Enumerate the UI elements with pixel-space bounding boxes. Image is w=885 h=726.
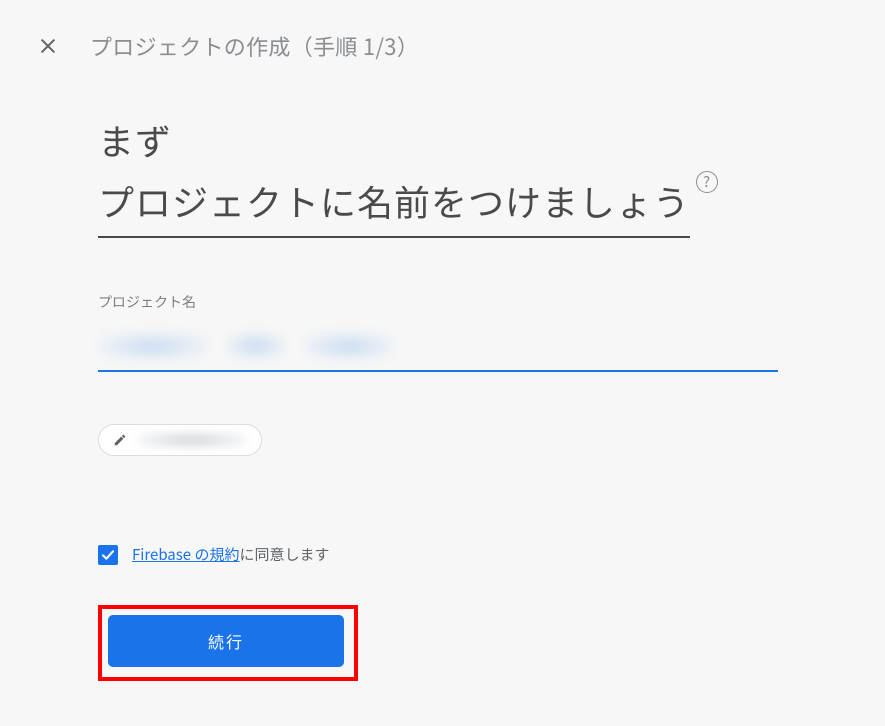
heading-line-2: プロジェクトに名前をつけましょう <box>98 171 690 238</box>
close-icon[interactable] <box>38 36 58 56</box>
help-icon[interactable]: ? <box>696 171 718 193</box>
continue-button[interactable]: 続行 <box>108 615 344 667</box>
main-heading: まず プロジェクトに名前をつけましょう ? <box>98 110 855 238</box>
redacted-value <box>98 330 418 362</box>
project-name-input[interactable] <box>98 322 778 372</box>
terms-row: Firebase の規約に同意します <box>98 544 855 565</box>
project-id-chip[interactable] <box>98 424 262 456</box>
pencil-icon <box>113 433 127 447</box>
annotation-highlight: 続行 <box>98 605 358 681</box>
project-name-field: プロジェクト名 <box>98 292 778 372</box>
project-name-label: プロジェクト名 <box>98 292 778 312</box>
terms-suffix: に同意します <box>239 544 329 565</box>
dialog-header: プロジェクトの作成（手順 1/3） <box>30 30 885 110</box>
terms-checkbox[interactable] <box>98 545 118 565</box>
heading-line-1: まず <box>98 110 855 171</box>
terms-text: Firebase の規約に同意します <box>132 544 329 565</box>
terms-link[interactable]: Firebase の規約 <box>132 544 239 565</box>
dialog-title: プロジェクトの作成（手順 1/3） <box>90 30 419 62</box>
redacted-chip-value <box>137 431 247 449</box>
